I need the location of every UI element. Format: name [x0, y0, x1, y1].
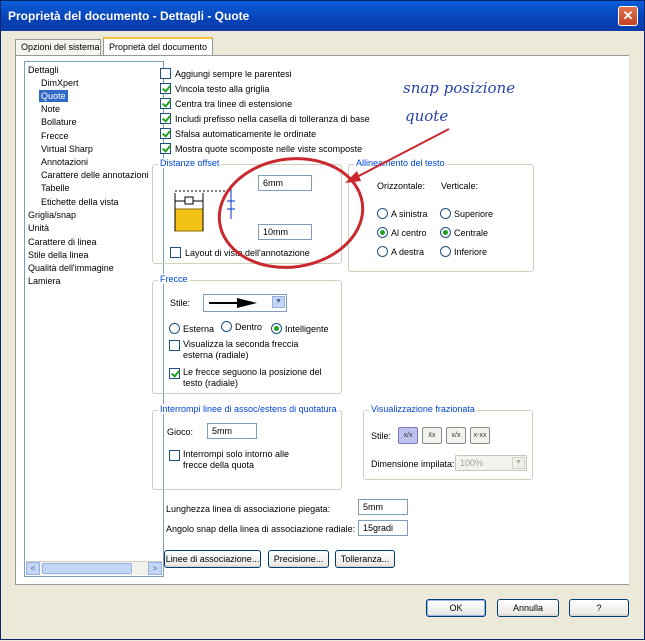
radial-snap-label: Angolo snap della linea di associazione … [166, 524, 356, 534]
scroll-left-button[interactable]: < [26, 562, 40, 575]
tolerance-button[interactable]: Tolleranza... [335, 550, 395, 568]
radio-inferiore[interactable]: Inferiore [440, 246, 487, 257]
bent-leader-label: Lunghezza linea di associazione piegata: [166, 504, 331, 514]
offset-preview-icon [174, 187, 235, 232]
fraction-style-label: Stile: [371, 431, 392, 441]
tree-item-dettagli[interactable]: Dettagli [28, 64, 59, 76]
tree-item-virtual-sharp[interactable]: Virtual Sharp [41, 143, 93, 155]
tree-item-bollature[interactable]: Bollature [41, 116, 77, 128]
option-includi-prefisso[interactable]: Includi prefisso nella casella di toller… [160, 113, 370, 124]
offset-group-title: Distanze offset [158, 158, 222, 168]
scroll-right-button[interactable]: > [148, 562, 162, 575]
stacked-size-label: Dimensione impilata: [371, 459, 455, 469]
tree-item-unita[interactable]: Unità [28, 222, 49, 234]
close-button[interactable]: ✕ [618, 6, 638, 26]
annotation-text-line2: quote [405, 107, 449, 125]
checkbox[interactable] [160, 128, 171, 139]
checkbox[interactable] [170, 247, 181, 258]
tree-item-annotazioni[interactable]: Annotazioni [41, 156, 88, 168]
cancel-button[interactable]: Annulla [497, 599, 559, 617]
arrows-group: Frecce Stile: ▼ Esterna Dentro Intellige… [152, 274, 342, 394]
tree-item-quote[interactable]: Quote [39, 90, 68, 102]
radio-a-sinistra[interactable]: A sinistra [377, 208, 428, 219]
option-centra-linee-estensione[interactable]: Centra tra linee di estensione [160, 98, 292, 109]
help-button[interactable]: ? [569, 599, 629, 617]
tab-system-options[interactable]: Opzioni del sistema [15, 39, 101, 55]
option-aggiungi-parentesi[interactable]: Aggiungi sempre le parentesi [160, 68, 292, 79]
arrow-style-label: Stile: [170, 298, 191, 308]
scroll-thumb[interactable] [42, 563, 132, 574]
tree-item-note[interactable]: Note [41, 103, 60, 115]
offset-top-input[interactable]: 6mm [258, 175, 312, 191]
arrow-style-select[interactable]: ▼ [203, 294, 287, 312]
radio-centrale[interactable]: Centrale [440, 227, 488, 238]
tree-item-griglia-snap[interactable]: Griglia/snap [28, 209, 76, 221]
offset-distances-group: Distanze offset 6mm 10mm Layout di vista… [152, 158, 342, 264]
tree-item-qualita-immagine[interactable]: Qualità dell'immagine [28, 262, 114, 274]
arrows-group-title: Frecce [158, 274, 190, 284]
window-title: Proprietà del documento - Dettagli - Quo… [8, 9, 250, 23]
options-tree[interactable]: Dettagli DimXpert Quote Note Bollature F… [24, 61, 164, 577]
annotation-text-line1: snap posizione [403, 79, 516, 97]
option-sfalsa-ordinate[interactable]: Sfalsa automaticamente le ordinate [160, 128, 316, 139]
gap-input[interactable]: 5mm [207, 423, 257, 439]
fraction-style-slanted-button[interactable]: x/x [446, 427, 466, 444]
tree-item-carattere-annotazioni[interactable]: Carattere delle annotazioni [41, 169, 149, 181]
alignment-group-title: Allineamento del testo [354, 158, 447, 168]
leader-lines-button[interactable]: Linee di associazione... [164, 550, 261, 568]
checkbox[interactable] [160, 143, 171, 154]
tree-item-dimxpert[interactable]: DimXpert [41, 77, 79, 89]
checkbox[interactable] [160, 68, 171, 79]
chevron-down-icon: ▼ [512, 457, 525, 469]
radio-al-centro[interactable]: Al centro [377, 227, 427, 238]
checkbox[interactable] [169, 368, 180, 379]
break-lines-group: Interrompi linee di assoc/estens di quot… [152, 404, 342, 490]
tree-item-etichette-vista[interactable]: Etichette della vista [41, 196, 119, 208]
radio-dentro[interactable]: Dentro [221, 321, 262, 332]
tree-item-stile-linea[interactable]: Stile della linea [28, 249, 89, 261]
text-alignment-group: Allineamento del testo Orizzontale: Vert… [348, 158, 534, 272]
gap-label: Gioco: [167, 427, 194, 437]
tree-item-frecce[interactable]: Frecce [41, 130, 69, 142]
option-layout-vista-annotazione[interactable]: Layout di vista dell'annotazione [170, 247, 310, 258]
checkbox[interactable] [169, 450, 180, 461]
horizontal-label: Orizzontale: [377, 181, 426, 191]
precision-button[interactable]: Precisione... [268, 550, 329, 568]
fraction-display-group: Visualizzazione frazionata Stile: x/x x̄… [363, 404, 533, 480]
tab-panel: Dettagli DimXpert Quote Note Bollature F… [15, 55, 629, 585]
arrow-style-icon [209, 298, 257, 308]
tab-document-properties[interactable]: Proprietà del documento [103, 37, 213, 56]
option-vincola-testo-griglia[interactable]: Vincola testo alla griglia [160, 83, 269, 94]
radial-snap-input[interactable]: 15gradi [358, 520, 408, 536]
radio-intelligente[interactable]: Intelligente [271, 323, 329, 334]
radio-esterna[interactable]: Esterna [169, 323, 214, 334]
checkbox[interactable] [169, 340, 180, 351]
fraction-group-title: Visualizzazione frazionata [369, 404, 477, 414]
tree-item-lamiera[interactable]: Lamiera [28, 275, 61, 287]
radio-a-destra[interactable]: A destra [377, 246, 424, 257]
title-bar[interactable]: Proprietà del documento - Dettagli - Quo… [1, 1, 644, 31]
tree-item-carattere-linea[interactable]: Carattere di linea [28, 236, 97, 248]
panel-edge [622, 56, 629, 584]
option-mostra-quote-scomposte[interactable]: Mostra quote scomposte nelle viste scomp… [160, 143, 362, 154]
tree-item-tabelle[interactable]: Tabelle [41, 182, 70, 194]
document-properties-dialog: Proprietà del documento - Dettagli - Quo… [0, 0, 645, 640]
radio-superiore[interactable]: Superiore [440, 208, 493, 219]
checkbox[interactable] [160, 83, 171, 94]
checkbox[interactable] [160, 98, 171, 109]
checkbox[interactable] [160, 113, 171, 124]
bent-leader-input[interactable]: 5mm [358, 499, 408, 515]
chevron-down-icon[interactable]: ▼ [272, 296, 285, 308]
stacked-size-select: 100% ▼ [455, 455, 527, 471]
break-group-title: Interrompi linee di assoc/estens di quot… [158, 404, 339, 414]
ok-button[interactable]: OK [426, 599, 486, 617]
fraction-style-stacked-button[interactable]: x̄x [422, 427, 442, 444]
tree-horizontal-scrollbar[interactable]: < > [26, 561, 162, 575]
offset-bottom-input[interactable]: 10mm [258, 224, 312, 240]
fraction-style-diagonal-button[interactable]: x/x [398, 427, 418, 444]
fraction-style-inline-button[interactable]: x-xx [470, 427, 490, 444]
vertical-label: Verticale: [441, 181, 479, 191]
